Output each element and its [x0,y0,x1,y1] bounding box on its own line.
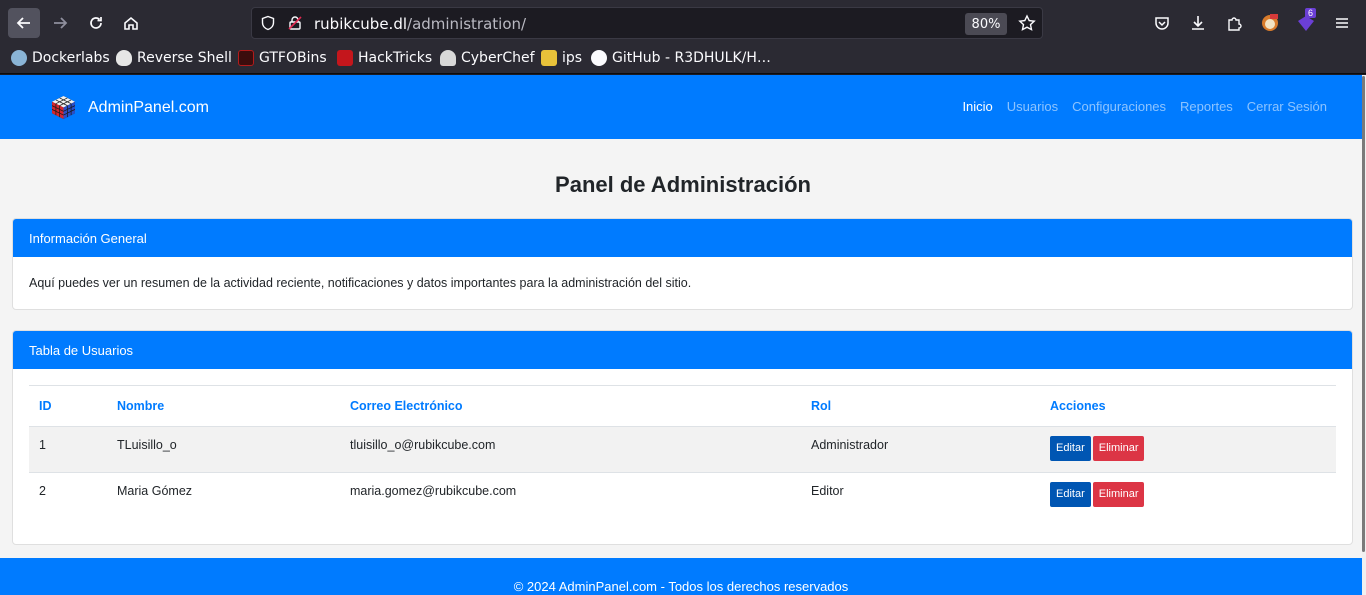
table-row: 1 TLuisillo_o tluisillo_o@rubikcube.com … [29,426,1336,473]
reload-button[interactable] [80,8,112,38]
delete-button[interactable]: Eliminar [1092,436,1145,461]
users-card-header: Tabla de Usuarios [13,331,1352,369]
brand[interactable]: AdminPanel.com [51,95,209,120]
bookmark-label: Reverse Shell [137,50,232,66]
back-arrow-icon [16,17,30,29]
site-navbar: AdminPanel.com Inicio Usuarios Configura… [0,75,1362,139]
reload-icon [90,17,102,29]
cell-id: 2 [39,484,46,498]
bookmark-hacktricks[interactable]: HackTricks [337,50,432,66]
browser-toolbar: rubikcube.dl/administration/ 80% 6 [0,0,1366,45]
forward-arrow-icon [54,17,68,29]
cell-role: Administrador [801,426,1040,473]
info-card-header: Información General [13,219,1352,257]
puzzle-icon [1228,17,1242,31]
github-icon [591,50,607,66]
page-title: Panel de Administración [555,172,811,197]
extension-wappalyzer-button[interactable]: 6 [1295,8,1317,34]
hamburger-menu-icon [1336,18,1348,28]
home-button[interactable] [115,8,147,38]
bookmark-label: CyberChef [461,50,535,66]
extensions-button[interactable] [1223,12,1245,34]
column-header-correo: Correo Electrónico [340,385,801,427]
bookmark-github[interactable]: GitHub - R3DHULK/H… [591,50,771,66]
delete-button[interactable]: Eliminar [1092,482,1145,507]
footer-text: © 2024 AdminPanel.com - Todos los derech… [513,579,849,594]
nav-link-usuarios[interactable]: Usuarios [1007,99,1058,114]
star-icon [1018,14,1036,31]
bookmark-gtfobins[interactable]: GTFOBins [238,50,327,66]
cell-name: Maria Gómez [117,484,193,498]
cell-email: maria.gomez@rubikcube.com [350,484,517,498]
site-footer: © 2024 AdminPanel.com - Todos los derech… [0,558,1362,595]
info-card: Información General Aquí puedes ver un r… [12,218,1353,310]
bookmark-label: ips [562,50,583,66]
downloads-button[interactable] [1187,12,1209,34]
download-icon [1192,16,1204,30]
bookmark-star-button[interactable] [1016,12,1038,34]
home-icon [124,16,138,30]
bookmark-dockerlabs[interactable]: Dockerlabs [11,50,110,66]
bookmarks-bar: Dockerlabs Reverse Shell GTFOBins HackTr… [0,45,1366,74]
column-header-acciones: Acciones [1040,385,1336,427]
skull-icon [116,50,132,66]
bookmark-label: GitHub - R3DHULK/H… [612,50,771,66]
bookmark-label: Dockerlabs [32,50,110,66]
shield-icon[interactable] [260,15,276,31]
pocket-button[interactable] [1151,12,1173,34]
nav-link-configuraciones[interactable]: Configuraciones [1072,99,1166,114]
foxyproxy-icon [1262,14,1278,31]
ips-icon [541,50,557,66]
bookmark-label: HackTricks [358,50,433,66]
bookmark-cyberchef[interactable]: CyberChef [440,50,535,66]
docker-icon [11,50,27,66]
column-header-rol: Rol [801,385,1040,427]
gtfobins-icon [238,50,254,66]
users-table-wrapper: ID Nombre Correo Electrónico Rol Accione… [13,369,1352,518]
cell-actions: Editar Eliminar [1040,473,1336,519]
url-path: /administration/ [407,15,527,33]
edit-button[interactable]: Editar [1050,482,1091,507]
page-scrollbar-thumb[interactable] [1362,76,1365,552]
bookmark-reverse-shell[interactable]: Reverse Shell [116,50,232,66]
rubik-cube-logo-icon [51,96,76,119]
bookmark-label: GTFOBins [259,50,327,66]
cell-actions: Editar Eliminar [1040,426,1336,473]
extension-badge: 6 [1305,8,1317,18]
url-text[interactable]: rubikcube.dl/administration/ [314,15,526,33]
bookmark-ips[interactable]: ips [541,50,582,66]
cell-name: TLuisillo_o [107,426,340,473]
address-bar[interactable]: rubikcube.dl/administration/ [251,7,1043,39]
edit-button[interactable]: Editar [1050,436,1091,461]
pocket-icon [1155,17,1169,30]
menu-button[interactable] [1331,12,1353,34]
back-button[interactable] [8,8,40,38]
nav-link-inicio[interactable]: Inicio [962,99,992,114]
info-card-body: Aquí puedes ver un resumen de la activid… [29,276,692,290]
hacktricks-icon [337,50,353,66]
brand-name: AdminPanel.com [88,98,209,116]
table-header-row: ID Nombre Correo Electrónico Rol Accione… [29,385,1336,427]
extension-foxyproxy-button[interactable] [1259,12,1281,34]
column-header-nombre: Nombre [107,385,340,427]
cell-id: 1 [29,426,107,473]
nav-link-reportes[interactable]: Reportes [1180,99,1233,114]
insecure-lock-icon[interactable] [287,15,303,31]
table-row: 2 Maria Gómez maria.gomez@rubikcube.com … [29,473,1336,519]
users-table: ID Nombre Correo Electrónico Rol Accione… [29,385,1336,518]
nav-link-cerrar-sesion[interactable]: Cerrar Sesión [1247,99,1327,114]
page-content: AdminPanel.com Inicio Usuarios Configura… [0,75,1362,595]
cell-email: tluisillo_o@rubikcube.com [340,426,801,473]
nav-links: Inicio Usuarios Configuraciones Reportes… [962,99,1327,114]
column-header-id: ID [29,385,107,427]
users-card: Tabla de Usuarios ID Nombre Correo Elect… [12,330,1353,545]
url-host: rubikcube.dl [314,15,408,33]
cell-role: Editor [811,484,844,498]
zoom-indicator[interactable]: 80% [965,13,1007,35]
chef-icon [440,50,456,66]
forward-button[interactable] [44,8,76,38]
